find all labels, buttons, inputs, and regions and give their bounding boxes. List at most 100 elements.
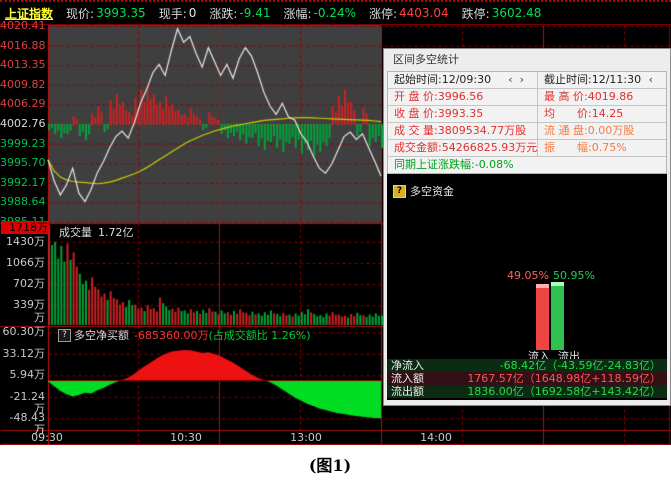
change-label: 涨跌: <box>209 5 237 22</box>
limit-down-value: 3602.48 <box>492 6 542 20</box>
end-time-prev-button[interactable]: ‹ <box>649 73 660 86</box>
interval-stats-panel: 区间多空统计 起始时间:12/09:30 ‹› 截止时间:12/11:30 ‹ … <box>383 48 671 406</box>
current-lots-value: 0 <box>189 6 197 20</box>
inflow-amount-label: 流入额 <box>387 372 424 385</box>
end-time-label: 截止时间: <box>544 72 592 88</box>
time-axis-label: 13:00 <box>290 431 322 444</box>
time-axis-label: 14:00 <box>420 431 452 444</box>
time-axis-label: 09:30 <box>31 431 63 444</box>
open-price-cell: 开 盘 价:3996.56 <box>388 89 538 105</box>
amplitude-label: 振 幅: <box>544 140 592 156</box>
inflow-bar <box>536 284 549 350</box>
inflow-amount-row: 流入额 1767.57亿（1648.98亿+118.59亿） <box>387 372 667 385</box>
netbuy-pane-title: ? 多空净买额 -685360.00万 (占成交额比 1.26%) <box>58 329 311 342</box>
price-axis-label: 4016.88 <box>0 40 45 52</box>
volume-total-value: 1.72亿 <box>98 226 134 239</box>
volume-axis-label: 702万 <box>0 278 45 290</box>
fund-flow-header: ? 多空资金 <box>393 183 454 199</box>
netbuy-axis-label: 5.94万 <box>0 369 45 381</box>
price-axis-label: 3988.64 <box>0 196 45 208</box>
avg-price-label: 均 价: <box>544 106 592 122</box>
stats-row-volume-float: 成 交 量:3809534.77万股 流 通 盘:0.00万股 <box>388 123 666 140</box>
stats-row-amount-amplitude: 成交金额:54266825.93万元 振 幅:0.75% <box>388 140 666 157</box>
help-icon[interactable]: ? <box>393 185 406 198</box>
amount-label: 成交金额: <box>394 140 442 156</box>
netbuy-value: -685360.00万 <box>134 329 208 342</box>
netbuy-ratio: (占成交额比 1.26%) <box>208 329 310 342</box>
start-time-prev-button[interactable]: ‹ <box>508 73 519 86</box>
price-axis-label: 4009.82 <box>0 79 45 91</box>
net-inflow-value: -68.42亿（-43.59亿-24.83亿） <box>500 359 667 372</box>
net-inflow-label: 净流入 <box>387 359 424 372</box>
figure-caption: (图1) <box>0 452 660 476</box>
start-time-value: 12/09:30 <box>442 72 491 88</box>
panel-title-bar[interactable]: 区间多空统计 <box>384 49 670 71</box>
high-price-label: 最 高 价: <box>544 89 588 105</box>
outflow-percent-label: 50.95% <box>553 269 607 282</box>
change-pct-label: 涨幅: <box>283 5 311 22</box>
inflow-percent-label: 49.05% <box>495 269 549 282</box>
limit-down-label: 跌停: <box>462 5 490 22</box>
volume-axis-label: 1066万 <box>0 257 45 269</box>
stats-row-sh-change: 同期上证涨跌幅:-0.08% <box>388 157 666 173</box>
start-time-cell: 起始时间:12/09:30 ‹› <box>388 72 538 88</box>
quote-header-bar: 上证指数 现价: 3993.35 现手: 0 涨跌: -9.41 涨幅: -0.… <box>0 0 671 25</box>
current-lots-label: 现手: <box>159 5 187 22</box>
avg-price-value: 14.25 <box>592 106 624 122</box>
netbuy-title-label: 多空净买额 <box>74 329 129 342</box>
volume-axis-unit-label: 万 <box>0 312 45 324</box>
stats-row-time: 起始时间:12/09:30 ‹› 截止时间:12/11:30 ‹ <box>388 72 666 89</box>
amplitude-cell: 振 幅:0.75% <box>538 140 666 156</box>
close-price-label: 收 盘 价: <box>394 106 438 122</box>
inflow-amount-value: 1767.57亿（1648.98亿+118.59亿） <box>467 372 667 385</box>
outflow-amount-row: 流出额 1836.00亿（1692.58亿+143.42亿） <box>387 385 667 398</box>
limit-up-label: 涨停: <box>369 5 397 22</box>
float-shares-cell: 流 通 盘:0.00万股 <box>538 123 666 139</box>
volume-axis-label: 339万 <box>0 299 45 311</box>
last-price-label: 现价: <box>66 5 94 22</box>
change-value: -9.41 <box>239 6 270 20</box>
outflow-amount-label: 流出额 <box>387 385 424 398</box>
net-inflow-row: 净流入 -68.42亿（-43.59亿-24.83亿） <box>387 359 667 372</box>
price-axis-label: 4020.41 <box>0 20 45 32</box>
high-price-cell: 最 高 价:4019.86 <box>538 89 666 105</box>
stats-grid: 起始时间:12/09:30 ‹› 截止时间:12/11:30 ‹ 开 盘 价:3… <box>387 71 667 174</box>
time-axis-label: 10:30 <box>170 431 202 444</box>
netbuy-axis-label: 60.30万 <box>0 326 45 338</box>
stats-row-open-high: 开 盘 价:3996.56 最 高 价:4019.86 <box>388 89 666 106</box>
avg-price-cell: 均 价:14.25 <box>538 106 666 122</box>
amount-cell: 成交金额:54266825.93万元 <box>388 140 538 156</box>
fund-flow-section: ? 多空资金 49.05% 50.95% 流入 流出 净流入 -68.42亿（-… <box>387 174 667 400</box>
volume-cell: 成 交 量:3809534.77万股 <box>388 123 538 139</box>
price-axis-label: 3999.23 <box>0 138 45 150</box>
outflow-amount-value: 1836.00亿（1692.58亿+143.42亿） <box>467 385 667 398</box>
open-price-value: 3996.56 <box>438 89 484 105</box>
last-price-value: 3993.35 <box>96 6 146 20</box>
volume-axis-max-label: 1718万 <box>1 221 49 234</box>
netbuy-axis-label: 33.12万 <box>0 348 45 360</box>
trading-app-window: 上证指数 现价: 3993.35 现手: 0 涨跌: -9.41 涨幅: -0.… <box>0 0 671 486</box>
change-pct-value: -0.24% <box>314 6 356 20</box>
volume-title-label: 成交量 <box>59 226 92 239</box>
end-time-cell: 截止时间:12/11:30 ‹ <box>538 72 666 88</box>
sh-change-cell: 同期上证涨跌幅:-0.08% <box>388 157 666 173</box>
high-price-value: 4019.86 <box>588 89 634 105</box>
stats-row-close-avg: 收 盘 价:3993.35 均 价:14.25 <box>388 106 666 123</box>
amplitude-value: 0.75% <box>592 140 627 156</box>
price-axis-label: 4006.29 <box>0 98 45 110</box>
limit-up-value: 4403.04 <box>399 6 449 20</box>
price-axis-label: 3992.17 <box>0 177 45 189</box>
help-icon[interactable]: ? <box>58 329 71 342</box>
volume-value: 3809534.77万股 <box>438 123 526 139</box>
open-price-label: 开 盘 价: <box>394 89 438 105</box>
end-time-value: 12/11:30 <box>592 72 641 88</box>
close-price-value: 3993.35 <box>438 106 484 122</box>
volume-pane-title: 成交量 1.72亿 <box>59 226 134 239</box>
start-time-next-button[interactable]: › <box>520 73 531 86</box>
start-time-label: 起始时间: <box>394 72 442 88</box>
fund-flow-title: 多空资金 <box>410 183 454 199</box>
volume-label: 成 交 量: <box>394 123 438 139</box>
outflow-bar <box>551 282 564 350</box>
price-axis-label: 4013.35 <box>0 59 45 71</box>
close-price-cell: 收 盘 价:3993.35 <box>388 106 538 122</box>
